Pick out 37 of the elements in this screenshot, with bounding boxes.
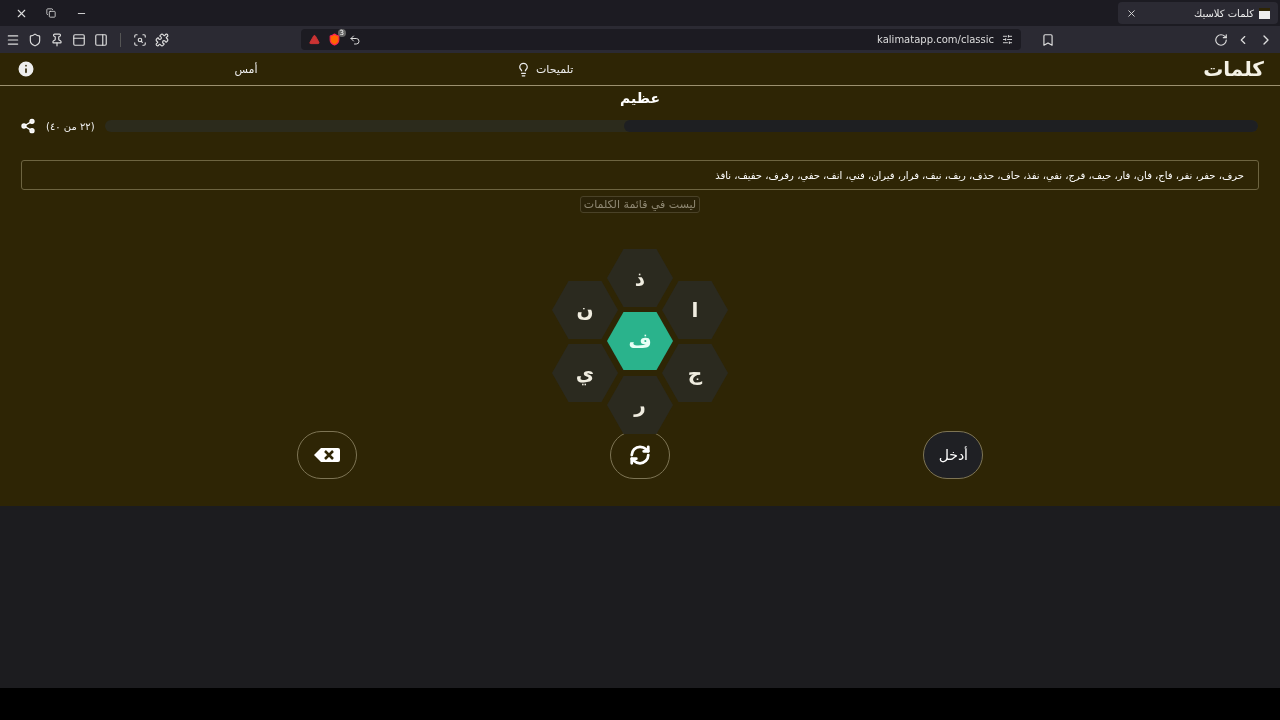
backspace-icon <box>312 447 341 463</box>
tab-title: كلمات كلاسيك <box>1193 7 1254 19</box>
share-icon[interactable] <box>20 118 36 134</box>
triangle-icon <box>309 34 320 45</box>
letter-tile[interactable]: ر <box>607 376 673 434</box>
sidebar-icon[interactable] <box>94 32 108 47</box>
hints-link[interactable]: تلميحات <box>516 61 574 77</box>
browser-tab[interactable]: كلمات كلاسيك <box>1118 2 1278 24</box>
url-text: kalimatapp.com/classic <box>877 34 994 45</box>
scan-icon[interactable] <box>133 32 147 47</box>
error-message: ليست في قائمة الكلمات <box>579 196 701 213</box>
undo-icon <box>349 33 361 46</box>
puzzle-icon[interactable] <box>155 32 169 47</box>
letter-tile[interactable]: ن <box>552 281 618 339</box>
found-words-list: حرف، حفر، نفر، فاج، فان، فار، حيف، فرج، نفي، نفذ، حاف، حذف، ريف، نيف، فرار، فيران، فني، انف، حفي، رفرف، حفيف، نافذ <box>21 160 1259 190</box>
rank-title: عظيم <box>619 90 661 106</box>
shield-icon[interactable] <box>28 32 42 47</box>
letter-tile[interactable]: ذ <box>607 249 673 307</box>
letter-tile[interactable]: ج <box>662 344 728 402</box>
pin-icon[interactable] <box>50 32 64 47</box>
bookmark-icon[interactable] <box>1041 32 1055 47</box>
app-logo: كلمات <box>1203 57 1264 81</box>
close-icon <box>1126 7 1137 19</box>
lion-shield-icon <box>328 33 341 46</box>
yesterday-link[interactable]: أمس <box>234 62 258 76</box>
favicon-icon <box>1259 7 1270 19</box>
menu-icon[interactable] <box>6 32 20 47</box>
enter-button[interactable]: أدخل <box>923 431 984 479</box>
info-icon[interactable] <box>16 59 36 79</box>
shuffle-icon <box>629 444 651 466</box>
letter-tile[interactable]: ا <box>662 281 728 339</box>
letter-tile[interactable]: ي <box>552 344 618 402</box>
panel-icon[interactable] <box>72 32 86 47</box>
reload-icon[interactable] <box>1214 32 1228 47</box>
lightbulb-icon <box>516 61 531 77</box>
site-settings-icon <box>1002 34 1013 45</box>
progress-label: (٢٢ من ٤٠) <box>46 120 95 132</box>
